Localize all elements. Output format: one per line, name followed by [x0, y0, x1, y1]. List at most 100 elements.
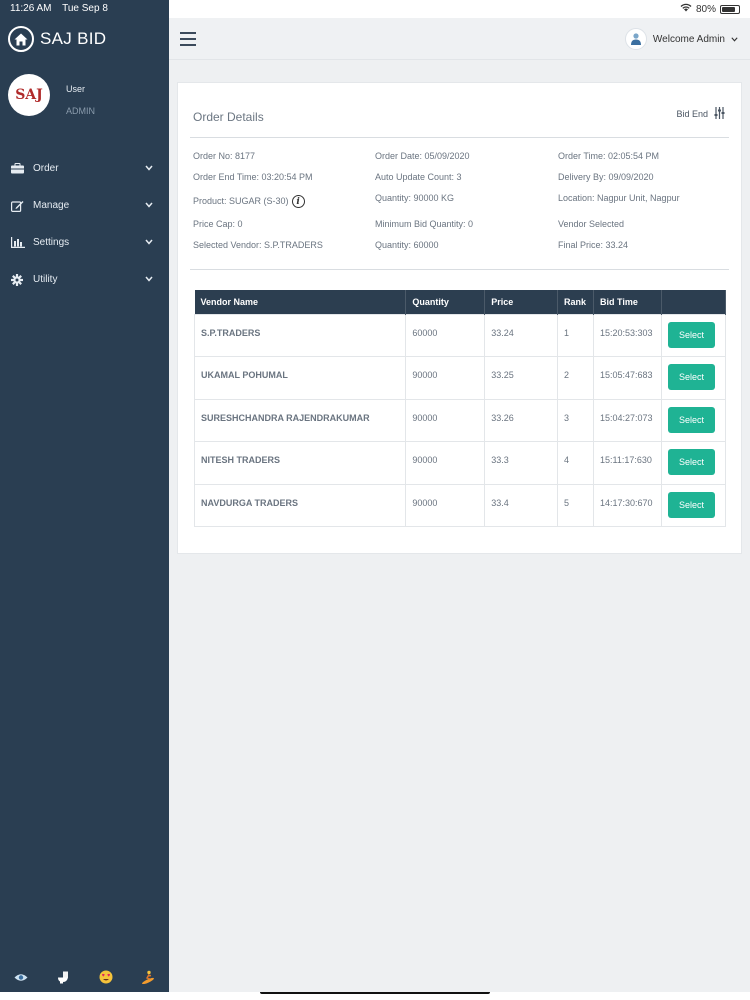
cell-action: Select — [661, 313, 726, 357]
briefcase-icon — [11, 162, 27, 176]
select-vendor-button[interactable]: Select — [668, 364, 715, 390]
detail-auto-update-count: Auto Update Count: 3 — [375, 172, 462, 182]
app-title: SAJ BID — [40, 29, 107, 48]
sidebar-item-manage[interactable]: Manage — [0, 187, 169, 224]
sidebar-item-label: Manage — [33, 200, 70, 211]
bar-chart-icon — [11, 236, 27, 250]
chevron-down-icon — [145, 237, 153, 248]
welcome-text: Welcome Admin — [652, 33, 725, 45]
cell-bid-time: 15:20:53:303 — [593, 313, 662, 357]
detail-quantity: Quantity: 90000 KG — [375, 193, 455, 203]
edit-icon — [11, 199, 27, 213]
select-vendor-button[interactable]: Select — [668, 491, 715, 518]
cell-price: 33.4 — [484, 483, 559, 527]
chevron-down-icon — [145, 163, 153, 174]
detail-final-price: Final Price: 33.24 — [558, 240, 629, 250]
detail-product-text: Product: SUGAR (S-30) — [193, 195, 289, 206]
info-icon[interactable]: i — [291, 195, 305, 208]
select-vendor-button[interactable]: Select — [668, 449, 715, 475]
user-role: ADMIN — [66, 106, 95, 116]
cell-bid-time: 15:11:17:630 — [593, 441, 662, 485]
cell-vendor: SURESHCHANDRA RAJENDRAKUMAR — [193, 398, 407, 442]
cell-quantity: 60000 — [405, 313, 486, 357]
user-avatar-icon — [624, 28, 647, 50]
cell-price: 33.25 — [484, 356, 559, 400]
user-profile: SAJ User ADMIN — [8, 74, 95, 116]
sidebar-item-label: Settings — [33, 237, 70, 248]
chevron-down-icon — [731, 34, 738, 45]
status-bar: 11:26 AM Tue Sep 8 80% — [0, 0, 750, 18]
table-header-row: Vendor Name Quantity Price Rank Bid Time — [194, 290, 726, 314]
detail-order-time: Order Time: 02:05:54 PM — [558, 151, 660, 161]
hamburger-menu-icon[interactable] — [180, 32, 196, 46]
status-time: 11:26 AM — [10, 3, 52, 14]
wifi-icon — [680, 3, 692, 15]
sliders-icon — [714, 107, 725, 121]
status-date: Tue Sep 8 — [62, 3, 108, 14]
vendor-bids-table: Vendor Name Quantity Price Rank Bid Time… — [193, 290, 726, 527]
cell-price: 33.24 — [484, 313, 559, 357]
cell-price: 33.3 — [484, 441, 559, 485]
detail-selected-vendor: Selected Vendor: S.P.TRADERS — [193, 240, 323, 250]
detail-order-no: Order No: 8177 — [193, 151, 256, 161]
column-header-price[interactable]: Price — [484, 290, 559, 314]
column-header-bid-time[interactable]: Bid Time — [593, 290, 662, 314]
detail-delivery-by: Delivery By: 09/09/2020 — [558, 172, 654, 182]
detail-row: Selected Vendor: S.P.TRADERS Quantity: 6… — [193, 240, 733, 254]
table-row: NITESH TRADERS 90000 33.3 4 15:11:17:630… — [193, 441, 726, 485]
avatar: SAJ — [8, 74, 50, 116]
cell-rank: 4 — [557, 441, 595, 485]
detail-min-bid-quantity: Minimum Bid Quantity: 0 — [375, 219, 474, 229]
column-header-quantity[interactable]: Quantity — [405, 290, 486, 314]
order-details-card: Order Details Bid End Order No: 8177 Ord… — [177, 82, 742, 554]
eye-icon[interactable] — [13, 970, 29, 984]
sidebar-item-settings[interactable]: Settings — [0, 224, 169, 261]
cell-rank: 5 — [557, 483, 595, 527]
cell-quantity: 90000 — [405, 356, 486, 400]
bid-end-label: Bid End — [676, 109, 708, 119]
detail-price-cap: Price Cap: 0 — [193, 219, 243, 229]
bottom-icon-strip — [0, 964, 169, 990]
bid-end-button[interactable]: Bid End — [676, 107, 725, 121]
table-row: SURESHCHANDRA RAJENDRAKUMAR 90000 33.26 … — [193, 398, 726, 442]
cell-action: Select — [661, 483, 726, 527]
battery-icon — [720, 4, 740, 14]
cell-rank: 1 — [557, 313, 595, 357]
detail-row: Order End Time: 03:20:54 PM Auto Update … — [193, 172, 733, 186]
detail-product: Product: SUGAR (S-30) i — [193, 195, 305, 208]
cell-rank: 2 — [557, 356, 595, 400]
divider — [190, 137, 729, 138]
cell-action: Select — [661, 441, 726, 485]
surfer-icon[interactable] — [140, 970, 156, 984]
column-header-rank[interactable]: Rank — [557, 290, 595, 314]
sidebar-item-utility[interactable]: Utility — [0, 261, 169, 298]
cell-vendor: S.P.TRADERS — [193, 313, 407, 357]
select-vendor-button[interactable]: Select — [668, 406, 715, 433]
cell-vendor: UKAMAL POHUMAL — [193, 356, 407, 400]
sidebar: SAJ BID SAJ User ADMIN Order Manage Sett… — [0, 0, 169, 992]
user-name: User — [66, 84, 86, 94]
column-header-vendor-name[interactable]: Vendor Name — [194, 290, 407, 314]
cell-quantity: 90000 — [405, 483, 486, 527]
cell-vendor: NAVDURGA TRADERS — [193, 483, 407, 527]
table-row: S.P.TRADERS 60000 33.24 1 15:20:53:303 S… — [193, 313, 726, 357]
heart-eyes-emoji-icon[interactable] — [98, 970, 114, 984]
brand[interactable]: SAJ BID — [8, 26, 106, 52]
toilet-icon[interactable] — [55, 970, 71, 984]
select-vendor-button[interactable]: Select — [668, 321, 715, 348]
page-title: Order Details — [193, 110, 264, 124]
sidebar-menu: Order Manage Settings Utility — [0, 150, 169, 298]
sidebar-item-order[interactable]: Order — [0, 150, 169, 187]
cell-quantity: 90000 — [405, 441, 486, 485]
detail-vendor-selected: Vendor Selected — [558, 219, 625, 229]
battery-percent: 80% — [695, 3, 716, 15]
cell-quantity: 90000 — [405, 398, 486, 442]
table-row: NAVDURGA TRADERS 90000 33.4 5 14:17:30:6… — [193, 483, 726, 527]
gear-icon — [11, 273, 27, 287]
cell-bid-time: 14:17:30:670 — [593, 483, 662, 527]
cell-action: Select — [661, 398, 726, 442]
home-icon — [8, 26, 34, 52]
sidebar-item-label: Order — [33, 163, 59, 174]
top-header: Welcome Admin — [169, 18, 750, 60]
user-menu[interactable]: Welcome Admin — [624, 28, 738, 50]
